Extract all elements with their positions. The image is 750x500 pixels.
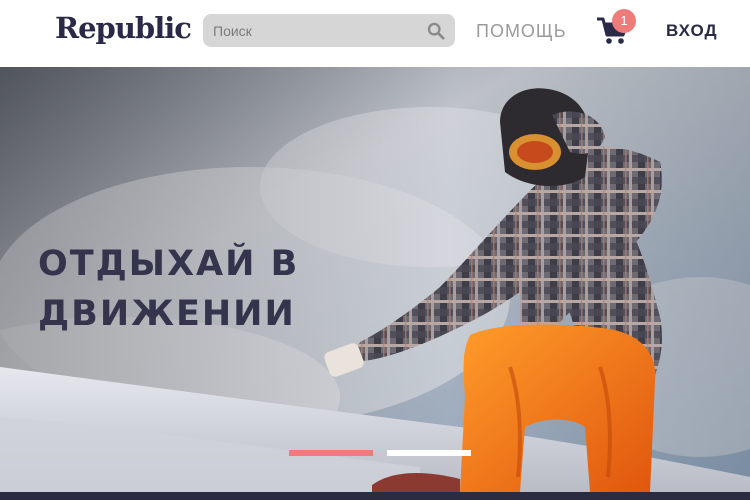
bottom-bar <box>0 492 750 500</box>
search-input[interactable] <box>203 14 423 47</box>
cart-count-badge: 1 <box>612 9 636 33</box>
nav-link-login[interactable]: ВХОД <box>666 21 718 41</box>
site-header: Republic ПОМОЩЬ 1 ВХОД <box>0 0 750 67</box>
hero-title: ОТДЫХАЙ В ДВИЖЕНИИ <box>38 244 300 334</box>
hero-banner: ОТДЫХАЙ В ДВИЖЕНИИ <box>0 67 750 492</box>
search-bar[interactable] <box>203 14 455 47</box>
logo[interactable]: Republic <box>55 11 192 45</box>
slider-dot-2[interactable] <box>387 450 471 456</box>
slider-dot-1[interactable] <box>289 450 373 456</box>
search-icon[interactable] <box>427 22 445 40</box>
nav-link-help[interactable]: ПОМОЩЬ <box>476 21 567 42</box>
